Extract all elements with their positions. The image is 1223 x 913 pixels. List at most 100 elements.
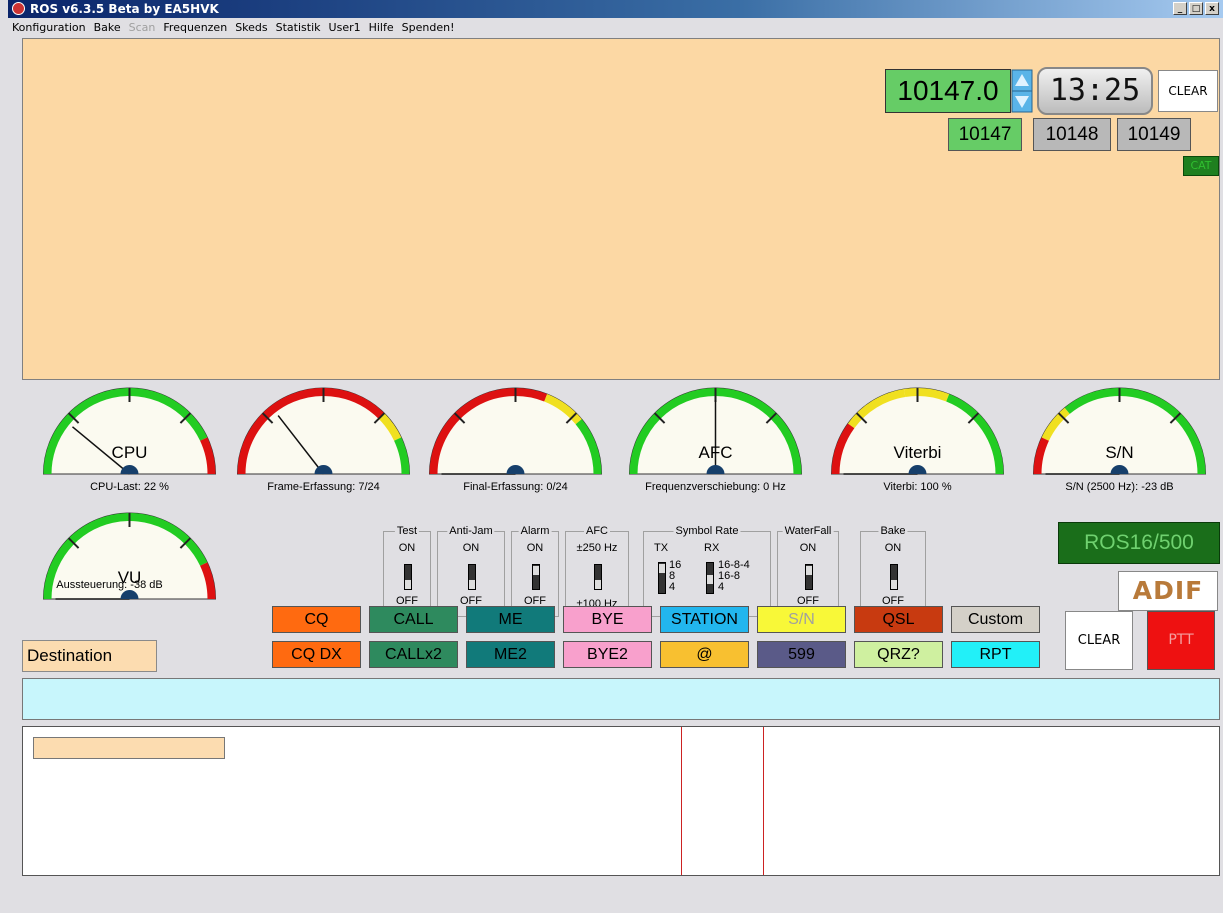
antijam-toggle[interactable] — [468, 564, 476, 590]
cpu-gauge-caption: CPU-Last: 22 % — [90, 481, 169, 493]
waterfall-switch-group: WaterFall ON OFF — [777, 525, 839, 617]
afc-gauge-dial — [628, 387, 803, 475]
macro-rpt-button[interactable]: RPT — [951, 641, 1040, 668]
destination-field[interactable]: Destination — [22, 640, 157, 672]
sn-gauge: S/N S/N (2500 Hz): -23 dB — [1028, 386, 1211, 498]
adif-button[interactable]: ADIF — [1118, 571, 1218, 611]
menu-user1[interactable]: User1 — [325, 21, 365, 34]
macro-callx2-button[interactable]: CALLx2 — [369, 641, 458, 668]
tx-rate-values: 16 8 4 — [669, 560, 681, 593]
tx-rate-4: 4 — [669, 581, 676, 593]
waterfall-toggle[interactable] — [805, 564, 813, 590]
menu-frequenzen[interactable]: Frequenzen — [159, 21, 231, 34]
cat-indicator[interactable]: CAT — [1183, 156, 1219, 176]
menu-bake[interactable]: Bake — [90, 21, 125, 34]
tx-clear-button[interactable]: CLEAR — [1065, 611, 1133, 670]
window-controls: _ □ x — [1173, 2, 1219, 15]
macro-me-button[interactable]: ME — [466, 606, 555, 633]
freq-button-10147[interactable]: 10147 — [948, 118, 1022, 151]
tx-label: TX — [654, 542, 669, 554]
test-switch-group: Test ON OFF — [383, 525, 431, 617]
receive-text-panel[interactable]: 10147.0 13:25 CLEAR 10147 10148 10149 CA… — [22, 38, 1220, 380]
alarm-title: Alarm — [518, 525, 552, 537]
test-title: Test — [394, 525, 420, 537]
bake-title: Bake — [878, 525, 908, 537]
viterbi-gauge-dial — [830, 387, 1005, 475]
cpu-gauge-dial — [42, 387, 217, 475]
ptt-button[interactable]: PTT — [1147, 611, 1215, 670]
afc-gauge-caption: Frequenzverschiebung: 0 Hz — [645, 481, 786, 493]
alarm-switch-group: Alarm ON OFF — [511, 525, 559, 617]
rx-clear-button[interactable]: CLEAR — [1158, 70, 1218, 112]
macro-bye2-button[interactable]: BYE2 — [563, 641, 652, 668]
symbol-rate-title: Symbol Rate — [673, 525, 741, 537]
bake-switch-group: Bake ON OFF — [860, 525, 926, 617]
spectrum-panel[interactable] — [22, 726, 1220, 876]
antijam-on-label: ON — [462, 542, 480, 554]
frequency-readout-box — [33, 737, 225, 759]
bake-toggle[interactable] — [890, 564, 898, 590]
waterfall-on-label: ON — [799, 542, 817, 554]
alarm-toggle[interactable] — [532, 564, 540, 590]
afc-title: AFC — [584, 525, 610, 537]
menu-hilfe[interactable]: Hilfe — [365, 21, 398, 34]
cpu-gauge-title: CPU — [111, 443, 148, 462]
freq-button-10148[interactable]: 10148 — [1033, 118, 1111, 151]
viterbi-gauge-caption: Viterbi: 100 % — [883, 481, 952, 493]
close-button[interactable]: x — [1205, 2, 1219, 15]
transmit-text-input[interactable] — [22, 678, 1220, 720]
menu-bar: Konfiguration Bake Scan Frequenzen Skeds… — [8, 18, 1223, 37]
afc-switch-group: AFC ±250 Hz ±100 Hz — [565, 525, 629, 617]
sn-gauge-title: S/N — [1105, 443, 1134, 462]
minimize-button[interactable]: _ — [1173, 2, 1187, 15]
vu-gauge-caption: Aussteuerung: -38 dB — [56, 579, 163, 591]
macro-599-button[interactable]: 599 — [757, 641, 846, 668]
macro-me2-button[interactable]: ME2 — [466, 641, 555, 668]
spectrum-marker-left[interactable] — [681, 727, 682, 875]
macro-at-button[interactable]: @ — [660, 641, 749, 668]
macro-call-button[interactable]: CALL — [369, 606, 458, 633]
frequency-spinner[interactable] — [1011, 69, 1033, 113]
macro-cq-button[interactable]: CQ — [272, 606, 361, 633]
macro-qsl-button[interactable]: QSL — [854, 606, 943, 633]
rx-rate-values: 16-8-4 16-8 4 — [718, 560, 750, 593]
macro-sn-button[interactable]: S/N — [757, 606, 846, 633]
macro-bye-button[interactable]: BYE — [563, 606, 652, 633]
menu-statistik[interactable]: Statistik — [272, 21, 325, 34]
window-title: ROS v6.3.5 Beta by EA5HVK — [30, 2, 219, 16]
menu-skeds[interactable]: Skeds — [231, 21, 271, 34]
rx-label: RX — [704, 542, 720, 554]
frequency-display[interactable]: 10147.0 — [885, 69, 1011, 113]
title-bar: ROS v6.3.5 Beta by EA5HVK _ □ x — [8, 0, 1223, 18]
rx-rate-selector[interactable] — [706, 562, 714, 594]
app-icon — [12, 2, 25, 15]
menu-scan[interactable]: Scan — [125, 21, 160, 34]
vu-gauge: VU Aussteuerung: -38 dB — [38, 511, 221, 623]
spectrum-marker-right[interactable] — [763, 727, 764, 875]
maximize-button[interactable]: □ — [1189, 2, 1203, 15]
alarm-on-label: ON — [526, 542, 544, 554]
rx-rate-4: 4 — [718, 581, 725, 593]
final-gauge-dial — [428, 387, 603, 475]
macro-qrz-button[interactable]: QRZ? — [854, 641, 943, 668]
mode-display[interactable]: ROS16/500 — [1058, 522, 1220, 564]
afc-gauge: AFC Frequenzverschiebung: 0 Hz — [624, 386, 807, 498]
frame-gauge-dial — [236, 387, 411, 475]
afc-toggle[interactable] — [594, 564, 602, 590]
test-on-label: ON — [398, 542, 416, 554]
test-toggle[interactable] — [404, 564, 412, 590]
freq-button-10149[interactable]: 10149 — [1117, 118, 1191, 151]
afc-gauge-title: AFC — [698, 443, 733, 462]
bake-on-label: ON — [884, 542, 902, 554]
clock-display: 13:25 — [1037, 67, 1153, 115]
viterbi-gauge-title: Viterbi — [893, 443, 942, 462]
macro-station-button[interactable]: STATION — [660, 606, 749, 633]
tx-rate-selector[interactable] — [658, 562, 666, 594]
symbol-rate-group: Symbol Rate TX RX 16 8 4 16-8-4 16-8 4 — [643, 525, 771, 617]
macro-cqdx-button[interactable]: CQ DX — [272, 641, 361, 668]
macro-custom-button[interactable]: Custom — [951, 606, 1040, 633]
menu-konfiguration[interactable]: Konfiguration — [8, 21, 90, 34]
sn-gauge-dial — [1032, 387, 1207, 475]
menu-spenden[interactable]: Spenden! — [398, 21, 459, 34]
viterbi-gauge: Viterbi Viterbi: 100 % — [826, 386, 1009, 498]
